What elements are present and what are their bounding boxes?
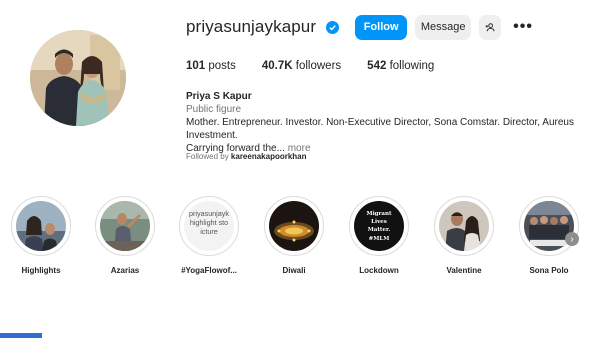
- bottom-accent-bar: [0, 333, 42, 338]
- profile-category: Public figure: [186, 104, 242, 115]
- cover-text-line: highlight sto: [189, 218, 229, 227]
- followed-by[interactable]: Followed by kareenakapoorkhan: [186, 152, 307, 161]
- cover-text-line: #MLM: [368, 236, 390, 242]
- highlight-cover-text: priyasunjayk highlight sto icture: [184, 209, 234, 236]
- highlight-label: Valentine: [446, 266, 482, 275]
- cover-text-line: priyasunjayk: [189, 209, 229, 218]
- highlight-item[interactable]: priyasunjayk highlight sto icture #YogaF…: [174, 196, 244, 275]
- profile-bio: Priya S Kapur Public figure Mother. Entr…: [186, 90, 586, 155]
- followers-label: followers: [295, 60, 342, 72]
- highlight-label: Highlights: [21, 266, 61, 275]
- highlight-ring: [434, 196, 494, 256]
- followed-by-user: kareenakapoorkhan: [230, 152, 307, 161]
- highlight-ring: Migrant Lives Matter. #MLM: [349, 196, 409, 256]
- posts-stat: 101 posts: [186, 60, 236, 72]
- highlight-item[interactable]: Diwali: [259, 196, 329, 275]
- followers-stat[interactable]: 40.7K followers: [262, 60, 341, 72]
- display-name: Priya S Kapur: [186, 91, 252, 102]
- more-options-icon[interactable]: •••: [513, 18, 533, 36]
- add-user-icon: [485, 22, 495, 31]
- profile-avatar[interactable]: [30, 30, 126, 126]
- highlight-cover: Migrant Lives Matter. #MLM: [354, 201, 404, 251]
- profile-photo: [30, 30, 126, 126]
- highlight-ring: [264, 196, 324, 256]
- highlight-label: Sona Polo: [529, 266, 569, 275]
- username: priyasunjaykapur: [186, 17, 317, 36]
- highlight-label: #YogaFlowof...: [181, 266, 237, 275]
- highlight-label: Azarias: [110, 266, 140, 275]
- bio-text-line-1: Mother. Entrepreneur. Investor. Non-Exec…: [186, 117, 574, 141]
- following-count: 542: [367, 60, 387, 72]
- highlight-item[interactable]: Highlights: [6, 196, 76, 275]
- followed-by-prefix: Followed by: [186, 152, 229, 161]
- story-highlights: Highlights Azarias priyasunjayk highligh…: [0, 196, 600, 286]
- highlight-item[interactable]: Migrant Lives Matter. #MLM Lockdown: [344, 196, 414, 275]
- cover-text-line: Lives: [371, 219, 387, 225]
- highlight-item[interactable]: Azarias: [90, 196, 160, 275]
- highlight-ring: [11, 196, 71, 256]
- profile-page: priyasunjaykapur Follow Message ••• 101 …: [0, 0, 600, 338]
- highlight-ring: [519, 196, 579, 256]
- highlight-item[interactable]: Valentine: [429, 196, 499, 275]
- highlight-ring: priyasunjayk highlight sto icture: [179, 196, 239, 256]
- verified-badge-icon: [326, 20, 340, 34]
- next-highlights-arrow-icon[interactable]: ›: [565, 232, 579, 246]
- highlight-cover: [16, 201, 66, 251]
- cover-text-line: Matter.: [367, 227, 391, 233]
- highlight-label: Diwali: [282, 266, 306, 275]
- highlight-cover: [269, 201, 319, 251]
- following-label: following: [389, 60, 435, 72]
- highlight-label: Lockdown: [359, 266, 399, 275]
- highlight-cover: [439, 201, 489, 251]
- posts-count: 101: [186, 60, 206, 72]
- highlight-cover: [100, 201, 150, 251]
- highlight-ring: [95, 196, 155, 256]
- follow-button[interactable]: Follow: [355, 14, 408, 40]
- following-stat[interactable]: 542 following: [367, 60, 434, 72]
- posts-label: posts: [208, 60, 236, 72]
- message-button[interactable]: Message: [415, 14, 472, 40]
- cover-text-line: icture: [200, 227, 218, 236]
- cover-text-line: Migrant: [366, 211, 392, 217]
- highlight-cover: priyasunjayk highlight sto icture: [184, 201, 234, 251]
- followers-count: 40.7K: [261, 60, 293, 72]
- profile-header: priyasunjaykapur Follow Message •••: [186, 14, 533, 40]
- suggested-users-button[interactable]: [479, 14, 502, 40]
- profile-stats: 101 posts 40.7K followers 542 following: [186, 60, 434, 72]
